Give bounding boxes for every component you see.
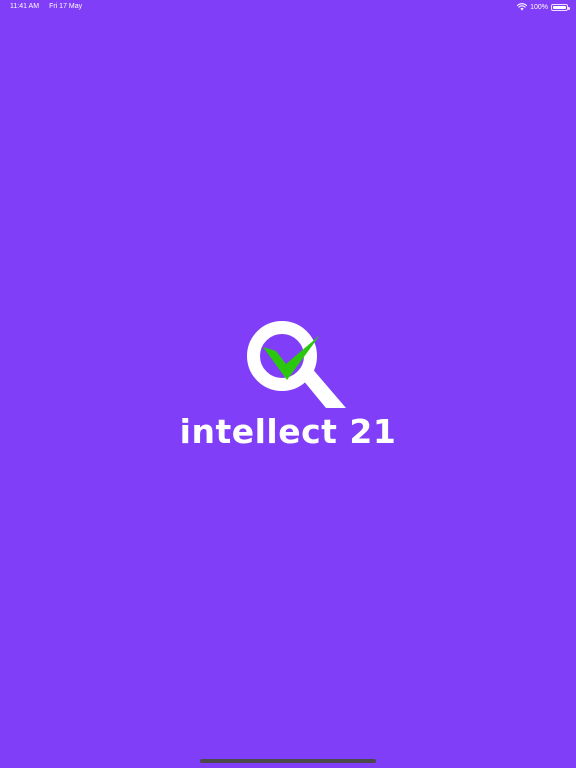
status-date: Fri 17 May — [49, 3, 83, 10]
battery-cap — [568, 6, 570, 10]
status-time: 11:41 AM — [10, 3, 40, 10]
brand-name: intellect 21 — [179, 412, 397, 451]
magnifier-with-checkmark-logo — [247, 321, 346, 408]
battery-icon — [551, 3, 570, 11]
status-left: 11:41 AM Fri 17 May — [10, 2, 82, 11]
battery-level — [553, 5, 566, 9]
status-right: 100% — [517, 2, 570, 12]
magnifier-handle — [298, 366, 346, 408]
battery-percentage: 100% — [530, 3, 548, 11]
status-bar: 11:41 AM Fri 17 May 100% — [0, 0, 576, 14]
wifi-icon — [517, 3, 528, 11]
home-indicator[interactable] — [200, 759, 376, 763]
